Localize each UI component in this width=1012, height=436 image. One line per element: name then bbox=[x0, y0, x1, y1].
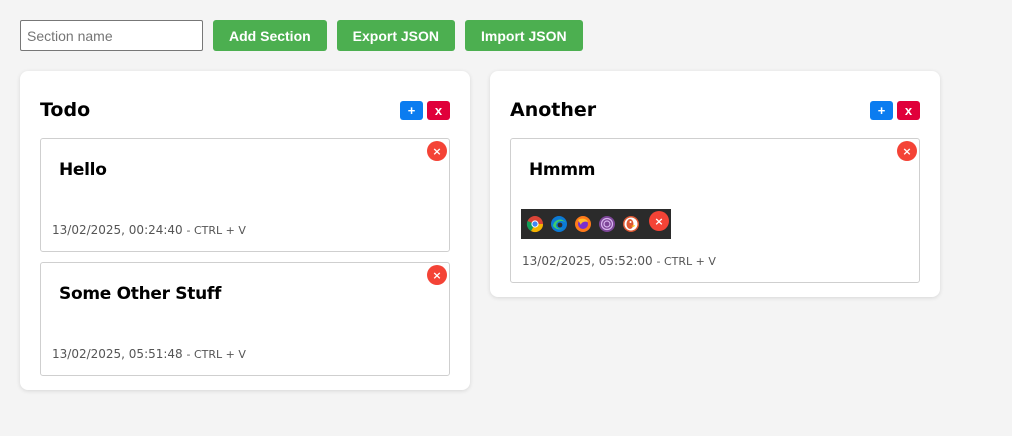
card-title: Hmmm bbox=[529, 160, 596, 180]
delete-section-button[interactable]: x bbox=[897, 100, 920, 120]
add-card-button[interactable]: + bbox=[870, 100, 893, 120]
export-json-button[interactable]: Export JSON bbox=[336, 20, 456, 51]
section-another: Another + x × Hmmm × 13/02/2025, 05:52:0… bbox=[490, 71, 940, 297]
paste-hint: - CTRL + V bbox=[186, 224, 246, 237]
delete-card-button[interactable]: × bbox=[427, 141, 447, 161]
card[interactable]: × Hmmm × 13/02/2025, 05:52:00 - CTRL + V bbox=[510, 138, 920, 283]
toolbar: Add Section Export JSON Import JSON bbox=[20, 20, 583, 51]
close-icon: × bbox=[649, 211, 669, 231]
section-name-input[interactable] bbox=[20, 20, 203, 51]
section-header: Another + x bbox=[510, 95, 920, 125]
section-actions: + x bbox=[870, 100, 920, 120]
pasted-image: × bbox=[521, 209, 671, 239]
delete-card-button[interactable]: × bbox=[427, 265, 447, 285]
paste-hint: - CTRL + V bbox=[656, 255, 716, 268]
section-actions: + x bbox=[400, 100, 450, 120]
card-timestamp: 13/02/2025, 00:24:40 - CTRL + V bbox=[52, 223, 246, 237]
card-timestamp: 13/02/2025, 05:52:00 - CTRL + V bbox=[522, 254, 716, 268]
section-title: Todo bbox=[40, 99, 91, 121]
delete-section-button[interactable]: x bbox=[427, 100, 450, 120]
section-title: Another bbox=[510, 99, 597, 121]
timestamp-text: 13/02/2025, 05:51:48 bbox=[52, 347, 183, 361]
add-section-button[interactable]: Add Section bbox=[213, 20, 327, 51]
section-todo: Todo + x × Hello 13/02/2025, 00:24:40 - … bbox=[20, 71, 470, 390]
card-timestamp: 13/02/2025, 05:51:48 - CTRL + V bbox=[52, 347, 246, 361]
delete-card-button[interactable]: × bbox=[897, 141, 917, 161]
timestamp-text: 13/02/2025, 05:52:00 bbox=[522, 254, 653, 268]
import-json-button[interactable]: Import JSON bbox=[465, 20, 583, 51]
duckduckgo-icon bbox=[621, 214, 641, 234]
card-title: Some Other Stuff bbox=[59, 284, 222, 304]
card[interactable]: × Some Other Stuff 13/02/2025, 05:51:48 … bbox=[40, 262, 450, 376]
chrome-icon bbox=[525, 214, 545, 234]
card-title: Hello bbox=[59, 160, 107, 180]
section-header: Todo + x bbox=[40, 95, 450, 125]
firefox-icon bbox=[573, 214, 593, 234]
paste-hint: - CTRL + V bbox=[186, 348, 246, 361]
timestamp-text: 13/02/2025, 00:24:40 bbox=[52, 223, 183, 237]
card[interactable]: × Hello 13/02/2025, 00:24:40 - CTRL + V bbox=[40, 138, 450, 252]
edge-icon bbox=[549, 214, 569, 234]
tor-browser-icon bbox=[597, 214, 617, 234]
add-card-button[interactable]: + bbox=[400, 100, 423, 120]
